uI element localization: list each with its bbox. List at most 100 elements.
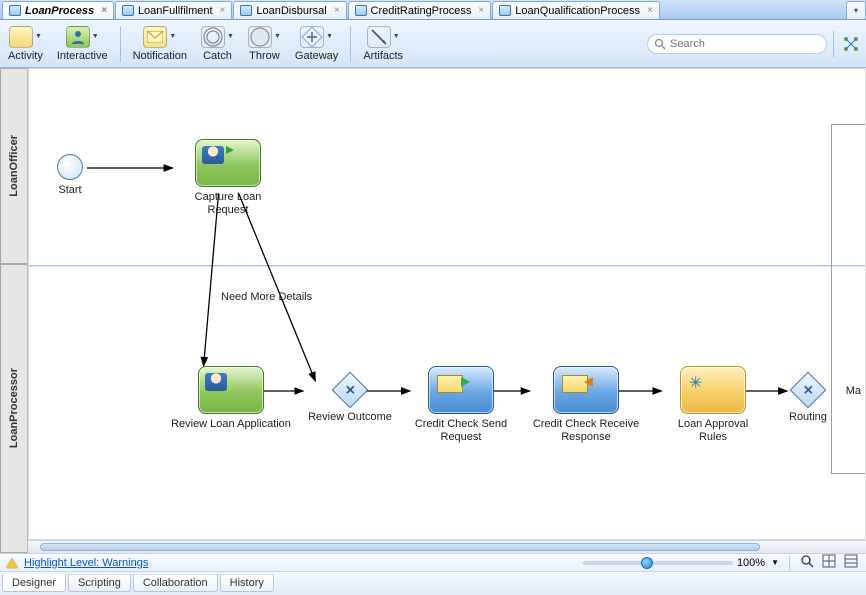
tab-collaboration[interactable]: Collaboration: [133, 574, 218, 592]
highlight-level-link[interactable]: Highlight Level: Warnings: [24, 557, 148, 569]
chevron-down-icon: ▼: [92, 33, 99, 40]
tab-history[interactable]: History: [220, 574, 274, 592]
tab-label: LoanFullfilment: [138, 5, 213, 17]
node-label: Start: [58, 184, 81, 197]
list-view-button[interactable]: [842, 554, 860, 571]
gateway-icon: [300, 26, 324, 48]
tab-designer[interactable]: Designer: [2, 574, 66, 592]
chevron-down-icon: ▼: [35, 33, 42, 40]
list-icon: [844, 554, 858, 568]
business-rule-task-icon: [680, 366, 746, 414]
tab-list-button[interactable]: ▾: [846, 1, 866, 19]
node-capture-loan-request[interactable]: Capture Loan Request: [173, 139, 283, 216]
scrollbar-thumb[interactable]: [40, 543, 760, 551]
user-task-icon: [198, 366, 264, 414]
node-label: Credit Check Send Request: [411, 418, 511, 443]
node-credit-check-receive[interactable]: Credit Check Receive Response: [531, 366, 641, 443]
search-field[interactable]: [647, 34, 827, 54]
chevron-down-icon: ▼: [274, 33, 281, 40]
tool-gateway[interactable]: ▼ Gateway: [291, 24, 342, 64]
node-routing-gateway[interactable]: ✕ Routing: [789, 377, 827, 424]
envelope-icon: [143, 26, 167, 48]
chevron-down-icon: ▼: [393, 33, 400, 40]
start-event-icon: [57, 154, 83, 180]
tool-label: Gateway: [295, 50, 338, 62]
tool-label: Artifacts: [363, 50, 403, 62]
chevron-down-icon: ▾: [854, 6, 858, 15]
node-review-outcome[interactable]: ✕ Review Outcome: [305, 377, 395, 424]
search-icon: [654, 38, 666, 53]
tab-creditrating[interactable]: CreditRatingProcess ×: [348, 1, 492, 19]
separator: [789, 556, 790, 570]
separator: [350, 26, 351, 62]
search-input[interactable]: [670, 35, 818, 53]
editor-tab-bar: LoanProcess × LoanFullfilment × LoanDisb…: [0, 0, 866, 20]
close-icon[interactable]: ×: [220, 5, 226, 16]
close-icon[interactable]: ×: [647, 5, 653, 16]
zoom-slider-thumb[interactable]: [641, 557, 653, 569]
node-start[interactable]: Start: [57, 154, 83, 197]
tab-scripting[interactable]: Scripting: [68, 574, 131, 592]
node-label: Credit Check Receive Response: [531, 418, 641, 443]
zoom-value: 100%: [737, 557, 765, 569]
node-credit-check-send[interactable]: Credit Check Send Request: [411, 366, 511, 443]
tab-label: CreditRatingProcess: [371, 5, 472, 17]
node-loan-approval-rules[interactable]: Loan Approval Rules: [663, 366, 763, 443]
chevron-down-icon[interactable]: ▼: [769, 558, 781, 567]
magnifier-icon: [800, 554, 814, 568]
tab-loanfullfilment[interactable]: LoanFullfilment ×: [115, 1, 232, 19]
offscreen-container: [831, 124, 866, 474]
user-task-icon: [195, 139, 261, 187]
status-bar: Highlight Level: Warnings 100% ▼: [0, 553, 866, 571]
process-icon: [122, 5, 134, 16]
horizontal-scrollbar[interactable]: [28, 540, 866, 553]
tool-activity[interactable]: ▼ Activity: [4, 24, 47, 64]
tab-loanprocess[interactable]: LoanProcess ×: [2, 1, 114, 19]
node-label: Review Loan Application: [171, 418, 291, 431]
lane-divider: [29, 265, 865, 267]
tool-label: Notification: [133, 50, 187, 62]
process-icon: [240, 5, 252, 16]
throw-event-icon: [248, 26, 272, 48]
close-icon[interactable]: ×: [334, 5, 340, 16]
tab-loandisbursal[interactable]: LoanDisbursal ×: [233, 1, 346, 19]
tool-label: Activity: [8, 50, 43, 62]
warning-icon: [6, 558, 18, 568]
process-icon: [9, 5, 21, 16]
catch-event-icon: [201, 26, 225, 48]
exclusive-gateway-icon: ✕: [790, 372, 827, 409]
offscreen-label: Ma: [846, 385, 861, 397]
tab-label: LoanDisbursal: [256, 5, 326, 17]
activity-icon: [9, 26, 33, 48]
lane-header-loanprocessor[interactable]: LoanProcessor: [0, 264, 27, 553]
lane-header-loanofficer[interactable]: LoanOfficer: [0, 68, 27, 264]
zoom-fit-button[interactable]: [798, 554, 816, 571]
lane-label: LoanProcessor: [8, 368, 20, 448]
separator: [120, 26, 121, 62]
diagram-canvas[interactable]: Start Capture Loan Request Need More Det…: [28, 68, 866, 540]
tool-label: Catch: [203, 50, 232, 62]
diagram-canvas-area: LoanOfficer LoanProcessor: [0, 68, 866, 553]
tool-interactive[interactable]: ▼ Interactive: [53, 24, 112, 64]
process-icon: [499, 5, 511, 16]
node-label: Routing: [789, 411, 827, 424]
artifacts-icon: [367, 26, 391, 48]
tab-label: LoanProcess: [25, 5, 94, 17]
close-icon[interactable]: ×: [101, 5, 107, 16]
swimlane-headers: LoanOfficer LoanProcessor: [0, 68, 28, 553]
tool-catch[interactable]: ▼ Catch: [197, 24, 238, 64]
grid-view-button[interactable]: [820, 554, 838, 571]
tool-throw[interactable]: ▼ Throw: [244, 24, 285, 64]
tab-loanqualification[interactable]: LoanQualificationProcess ×: [492, 1, 660, 19]
close-icon[interactable]: ×: [478, 5, 484, 16]
grid-icon: [822, 554, 836, 568]
node-review-loan-application[interactable]: Review Loan Application: [171, 366, 291, 431]
chevron-down-icon: ▼: [227, 33, 234, 40]
tool-artifacts[interactable]: ▼ Artifacts: [359, 24, 407, 64]
tool-notification[interactable]: ▼ Notification: [129, 24, 191, 64]
chevron-down-icon: ▼: [169, 33, 176, 40]
tool-label: Interactive: [57, 50, 108, 62]
zoom-slider[interactable]: [583, 561, 733, 565]
tool-label: Throw: [249, 50, 280, 62]
layout-button[interactable]: [840, 33, 862, 55]
